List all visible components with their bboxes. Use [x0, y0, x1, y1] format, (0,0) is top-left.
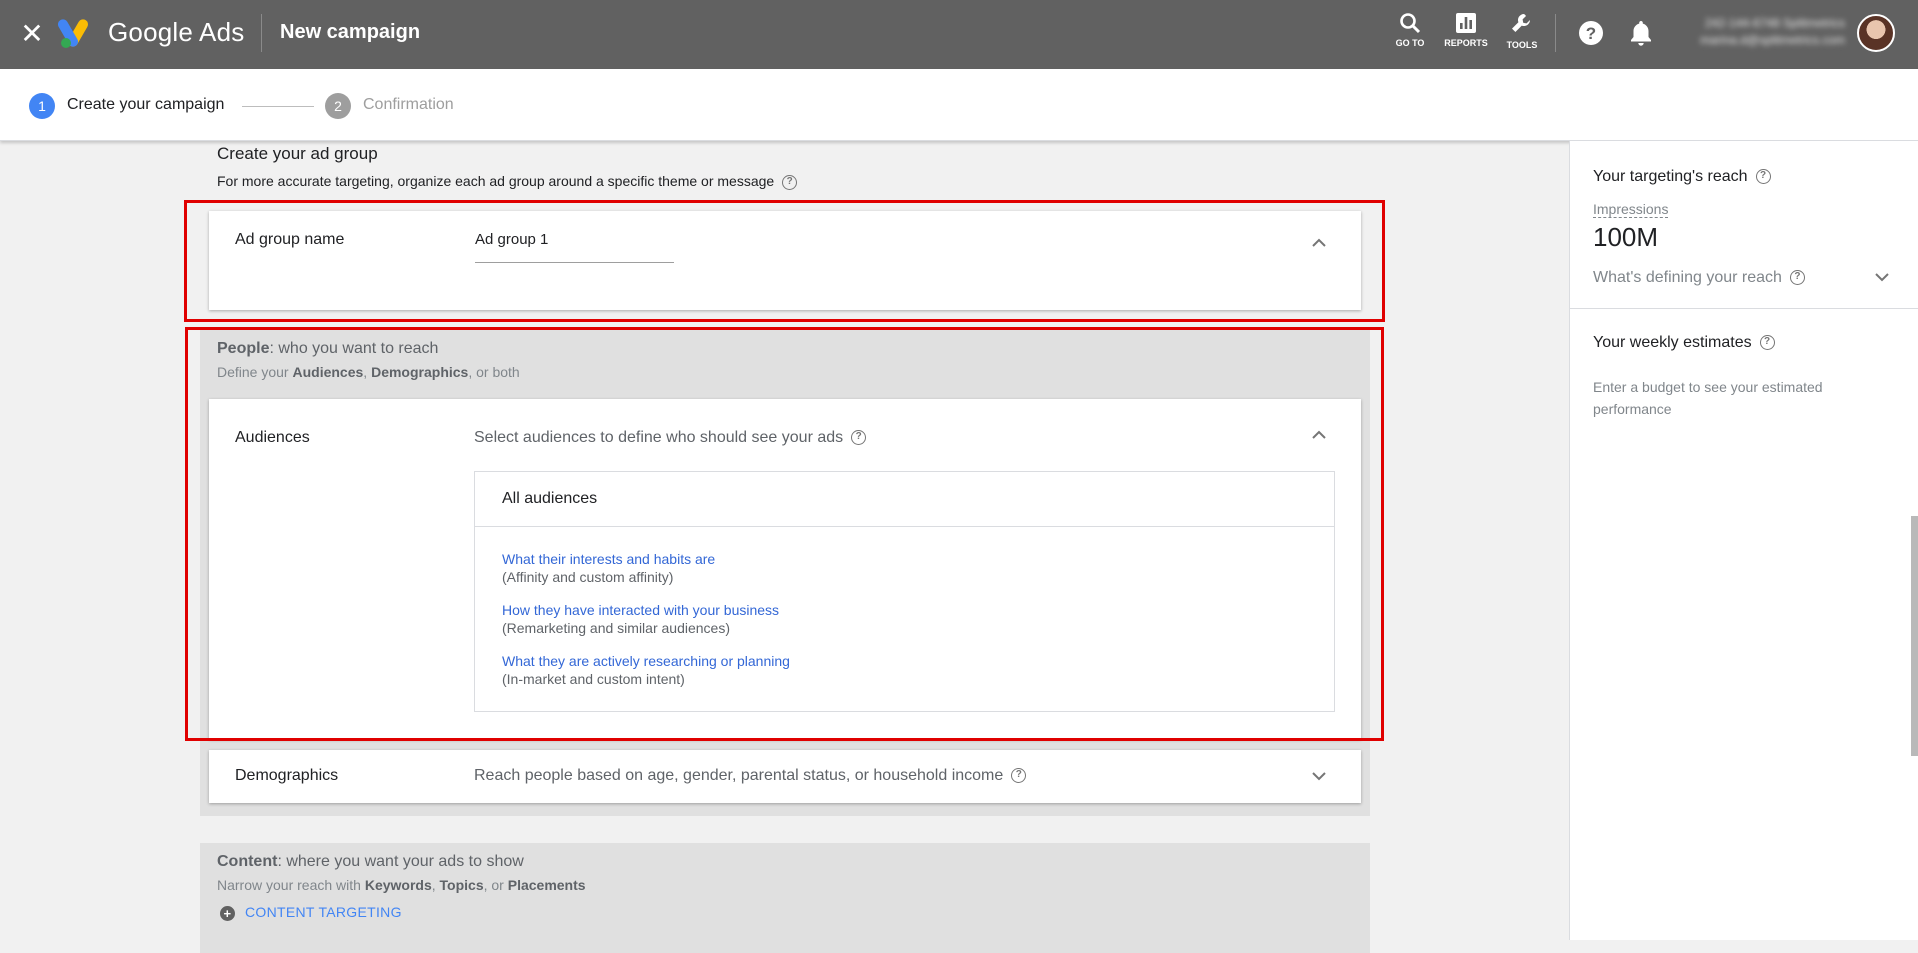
- product-name[interactable]: Google Ads: [108, 17, 244, 48]
- chevron-down-icon[interactable]: [1312, 772, 1326, 781]
- content-title-bold: Content: [217, 853, 278, 870]
- step-connector: [242, 106, 314, 107]
- help-icon[interactable]: ?: [1755, 169, 1771, 185]
- add-circle-icon: +: [220, 905, 235, 921]
- close-icon[interactable]: ✕: [18, 20, 46, 48]
- demographics-hint-text: Reach people based on age, gender, paren…: [474, 767, 1004, 784]
- content-desc-or: , or: [483, 877, 508, 893]
- stepper: 1 Create your campaign 2 Confirmation: [0, 69, 1918, 141]
- main-content: Create your ad group For more accurate t…: [0, 141, 1568, 953]
- section-description-text: For more accurate targeting, organize ea…: [217, 173, 775, 189]
- reach-title: Your targeting's reach?: [1593, 168, 1771, 186]
- content-desc-keywords: Keywords: [364, 877, 432, 893]
- help-icon[interactable]: ?: [1011, 768, 1027, 784]
- reports-label: REPORTS: [1444, 38, 1488, 48]
- content-desc-prefix: Narrow your reach with: [217, 877, 365, 893]
- content-section: Content: where you want your ads to show…: [200, 843, 1370, 953]
- demographics-hint: Reach people based on age, gender, paren…: [474, 767, 1027, 785]
- content-description: Narrow your reach with Keywords, Topics,…: [217, 877, 586, 893]
- content-title: Content: where you want your ads to show: [217, 853, 524, 871]
- tools-button[interactable]: TOOLS: [1495, 12, 1549, 58]
- content-desc-topics: Topics: [439, 877, 484, 893]
- google-ads-logo: [58, 19, 88, 48]
- content-desc-sep: ,: [431, 877, 440, 893]
- search-icon: [1400, 13, 1421, 34]
- reports-button[interactable]: REPORTS: [1439, 12, 1493, 58]
- impressions-value: 100M: [1593, 222, 1659, 252]
- help-icon[interactable]: ?: [1759, 335, 1775, 351]
- help-icon[interactable]: ?: [782, 174, 798, 190]
- wrench-icon: [1512, 13, 1530, 32]
- account-email: marina.d@splitmetrics.com: [1700, 33, 1845, 47]
- content-targeting-button[interactable]: + CONTENT TARGETING: [220, 904, 402, 926]
- account-info[interactable]: 242-144-6748 Splitmetrics marina.d@split…: [1680, 15, 1845, 51]
- svg-text:?: ?: [1586, 24, 1596, 43]
- step-1-label[interactable]: Create your campaign: [67, 96, 224, 114]
- bell-icon[interactable]: [1628, 19, 1654, 47]
- reports-icon: [1456, 13, 1476, 33]
- impressions-label[interactable]: Impressions: [1593, 201, 1669, 218]
- step-1-number: 1: [29, 93, 55, 119]
- step-2-label[interactable]: Confirmation: [363, 96, 454, 114]
- account-id: 242-144-6748 Splitmetrics: [1704, 16, 1845, 30]
- divider: [261, 14, 262, 52]
- scrollbar-thumb[interactable]: [1911, 516, 1918, 756]
- reach-title-text: Your targeting's reach: [1593, 168, 1748, 185]
- weekly-estimates-note: Enter a budget to see your estimated per…: [1593, 379, 1823, 417]
- goto-label: GO TO: [1395, 38, 1425, 48]
- divider: [1555, 14, 1556, 52]
- section-title: Create your ad group: [217, 144, 378, 163]
- help-icon[interactable]: ?: [1578, 20, 1604, 46]
- defining-reach-label: What's defining your reach: [1593, 269, 1782, 286]
- content-desc-placements: Placements: [507, 877, 586, 893]
- goto-button[interactable]: GO TO: [1383, 12, 1437, 58]
- reach-sidebar: Your targeting's reach? Impressions 100M…: [1569, 141, 1918, 940]
- defining-reach-toggle[interactable]: What's defining your reach?: [1593, 269, 1805, 287]
- page-title: New campaign: [280, 21, 421, 43]
- highlight-box: [185, 327, 1384, 741]
- avatar[interactable]: [1857, 14, 1895, 52]
- weekly-estimates-title-text: Your weekly estimates: [1593, 334, 1752, 351]
- weekly-estimates-title: Your weekly estimates?: [1593, 334, 1775, 352]
- top-bar: ✕ Google Ads New campaign GO TO REPORTS …: [0, 0, 1918, 69]
- content-targeting-label: CONTENT TARGETING: [245, 904, 402, 920]
- chevron-down-icon[interactable]: [1875, 273, 1889, 282]
- section-description: For more accurate targeting, organize ea…: [217, 173, 798, 190]
- tools-label: TOOLS: [1506, 40, 1538, 50]
- demographics-card[interactable]: Demographics Reach people based on age, …: [209, 750, 1361, 803]
- step-2-number: 2: [325, 93, 351, 119]
- demographics-label: Demographics: [235, 767, 339, 784]
- content-title-rest: : where you want your ads to show: [277, 853, 524, 870]
- divider: [1570, 308, 1918, 309]
- help-icon[interactable]: ?: [1789, 270, 1805, 286]
- highlight-box: [184, 200, 1385, 322]
